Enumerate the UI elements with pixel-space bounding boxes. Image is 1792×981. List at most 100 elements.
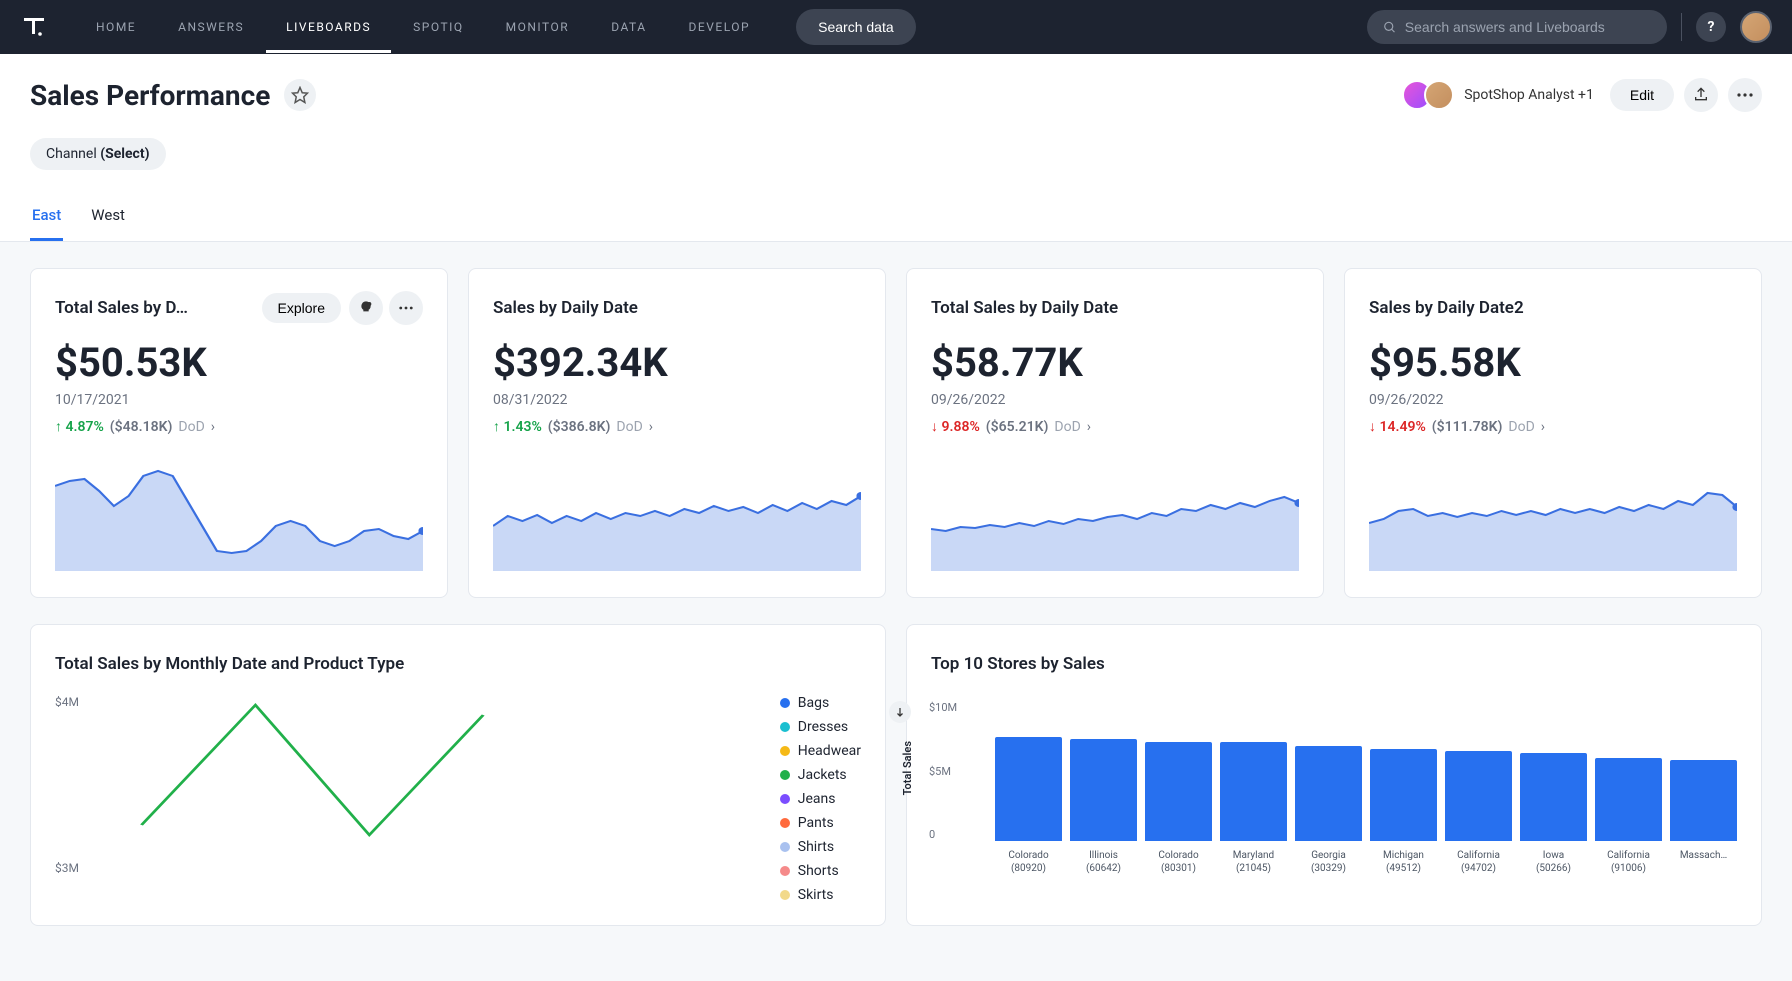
content: Total Sales by D… Explore $50.53K 10/17/… bbox=[0, 242, 1792, 952]
legend: Bags Dresses Headwear Jackets Jeans Pants Shir… bbox=[780, 695, 861, 903]
legend-label: Pants bbox=[798, 815, 834, 831]
filter-chip-channel[interactable]: Channel (Select) bbox=[30, 138, 166, 170]
spotiq-button[interactable] bbox=[349, 291, 383, 325]
logo[interactable] bbox=[20, 13, 48, 41]
bar-label: California(94702) bbox=[1445, 849, 1512, 875]
nav-item-data[interactable]: DATA bbox=[591, 1, 666, 53]
legend-item[interactable]: Pants bbox=[780, 815, 861, 831]
shared-with-label: SpotShop Analyst +1 bbox=[1464, 87, 1594, 103]
arrow-down-icon: ↓ 9.88% bbox=[931, 418, 980, 435]
legend-item[interactable]: Headwear bbox=[780, 743, 861, 759]
tab-east[interactable]: East bbox=[30, 196, 63, 241]
avatar bbox=[1424, 80, 1454, 110]
card-title: Sales by Daily Date2 bbox=[1369, 298, 1737, 318]
bar[interactable] bbox=[995, 737, 1062, 841]
y-axis: $10M $5M 0 bbox=[929, 701, 957, 841]
legend-dot bbox=[780, 866, 790, 876]
legend-item[interactable]: Jeans bbox=[780, 791, 861, 807]
kpi-card: Total Sales by D… Explore $50.53K 10/17/… bbox=[30, 268, 448, 598]
card-title: Top 10 Stores by Sales bbox=[931, 654, 1737, 674]
kpi-change: ↑ 1.43% ($386.8K) DoD › bbox=[493, 418, 861, 435]
legend-label: Dresses bbox=[798, 719, 848, 735]
card-title: Total Sales by Monthly Date and Product … bbox=[55, 654, 861, 674]
legend-dot bbox=[780, 746, 790, 756]
nav-item-liveboards[interactable]: LIVEBOARDS bbox=[266, 1, 391, 53]
legend-label: Shirts bbox=[798, 839, 834, 855]
kpi-date: 09/26/2022 bbox=[1369, 392, 1737, 408]
kpi-value: $392.34K bbox=[493, 339, 861, 386]
kpi-card: Total Sales by Daily Date $58.77K 09/26/… bbox=[906, 268, 1324, 598]
nav-item-develop[interactable]: DEVELOP bbox=[669, 1, 771, 53]
bar-chart[interactable] bbox=[995, 701, 1737, 841]
legend-item[interactable]: Shirts bbox=[780, 839, 861, 855]
tab-west[interactable]: West bbox=[89, 196, 127, 241]
legend-item[interactable]: Jackets bbox=[780, 767, 861, 783]
legend-item[interactable]: Bags bbox=[780, 695, 861, 711]
filter-value: (Select) bbox=[100, 146, 149, 162]
legend-dot bbox=[780, 794, 790, 804]
nav-item-spotiq[interactable]: SPOTIQ bbox=[393, 1, 483, 53]
legend-dot bbox=[780, 698, 790, 708]
page-title: Sales Performance bbox=[30, 79, 270, 112]
bar-label: Illinois(60642) bbox=[1070, 849, 1137, 875]
explore-button[interactable]: Explore bbox=[262, 293, 341, 323]
share-button[interactable] bbox=[1684, 78, 1718, 112]
bar-label: California(91006) bbox=[1595, 849, 1662, 875]
edit-button[interactable]: Edit bbox=[1610, 79, 1674, 111]
bar[interactable] bbox=[1145, 742, 1212, 841]
legend-item[interactable]: Shorts bbox=[780, 863, 861, 879]
bar-labels: Colorado(80920)Illinois(60642)Colorado(8… bbox=[995, 849, 1737, 875]
nav-item-monitor[interactable]: MONITOR bbox=[486, 1, 590, 53]
legend-item[interactable]: Skirts bbox=[780, 887, 861, 903]
dots-icon bbox=[1737, 93, 1753, 97]
bar[interactable] bbox=[1070, 739, 1137, 841]
sort-descending-button[interactable] bbox=[889, 701, 911, 723]
more-button[interactable] bbox=[389, 291, 423, 325]
chevron-right-icon[interactable]: › bbox=[1087, 419, 1091, 435]
arrow-down-icon bbox=[894, 706, 906, 718]
legend-dot bbox=[780, 890, 790, 900]
bar-label: Massach… bbox=[1670, 849, 1737, 875]
bar[interactable] bbox=[1520, 753, 1587, 841]
search-data-button[interactable]: Search data bbox=[796, 9, 916, 45]
legend-label: Skirts bbox=[798, 887, 834, 903]
bar[interactable] bbox=[1370, 749, 1437, 841]
more-button[interactable] bbox=[1728, 78, 1762, 112]
tabs: East West bbox=[30, 196, 1762, 241]
bar[interactable] bbox=[1595, 758, 1662, 841]
card-title: Total Sales by D… bbox=[55, 298, 254, 318]
line-chart[interactable] bbox=[109, 695, 760, 875]
card-title: Total Sales by Daily Date bbox=[931, 298, 1299, 318]
favorite-button[interactable] bbox=[284, 79, 316, 111]
legend-dot bbox=[780, 770, 790, 780]
card-monthly-product: Total Sales by Monthly Date and Product … bbox=[30, 624, 886, 926]
page-header: Sales Performance SpotShop Analyst +1 Ed… bbox=[0, 54, 1792, 242]
nav-items: HOMEANSWERSLIVEBOARDSSPOTIQMONITORDATADE… bbox=[76, 1, 770, 53]
bar[interactable] bbox=[1670, 760, 1737, 841]
help-button[interactable]: ? bbox=[1696, 12, 1726, 42]
kpi-change: ↑ 4.87% ($48.18K) DoD › bbox=[55, 418, 423, 435]
kpi-change: ↓ 14.49% ($111.78K) DoD › bbox=[1369, 418, 1737, 435]
user-avatar[interactable] bbox=[1740, 11, 1772, 43]
global-search-input[interactable] bbox=[1405, 19, 1651, 35]
y-axis-title: Total Sales bbox=[901, 741, 914, 795]
bar[interactable] bbox=[1295, 746, 1362, 841]
shared-with-avatars[interactable] bbox=[1410, 80, 1454, 110]
bar[interactable] bbox=[1445, 751, 1512, 841]
arrow-up-icon: ↑ 1.43% bbox=[493, 418, 542, 435]
global-search[interactable] bbox=[1367, 10, 1667, 44]
chevron-right-icon[interactable]: › bbox=[1541, 419, 1545, 435]
kpi-row: Total Sales by D… Explore $50.53K 10/17/… bbox=[30, 268, 1762, 598]
kpi-prev-value: ($65.21K) bbox=[986, 419, 1049, 435]
bar[interactable] bbox=[1220, 742, 1287, 841]
legend-dot bbox=[780, 842, 790, 852]
chevron-right-icon[interactable]: › bbox=[649, 419, 653, 435]
kpi-card: Sales by Daily Date $392.34K 08/31/2022 … bbox=[468, 268, 886, 598]
nav-item-answers[interactable]: ANSWERS bbox=[158, 1, 264, 53]
legend-item[interactable]: Dresses bbox=[780, 719, 861, 735]
kpi-value: $95.58K bbox=[1369, 339, 1737, 386]
chevron-right-icon[interactable]: › bbox=[211, 419, 215, 435]
kpi-prev-value: ($386.8K) bbox=[548, 419, 611, 435]
lightbulb-icon bbox=[358, 300, 374, 316]
nav-item-home[interactable]: HOME bbox=[76, 1, 156, 53]
